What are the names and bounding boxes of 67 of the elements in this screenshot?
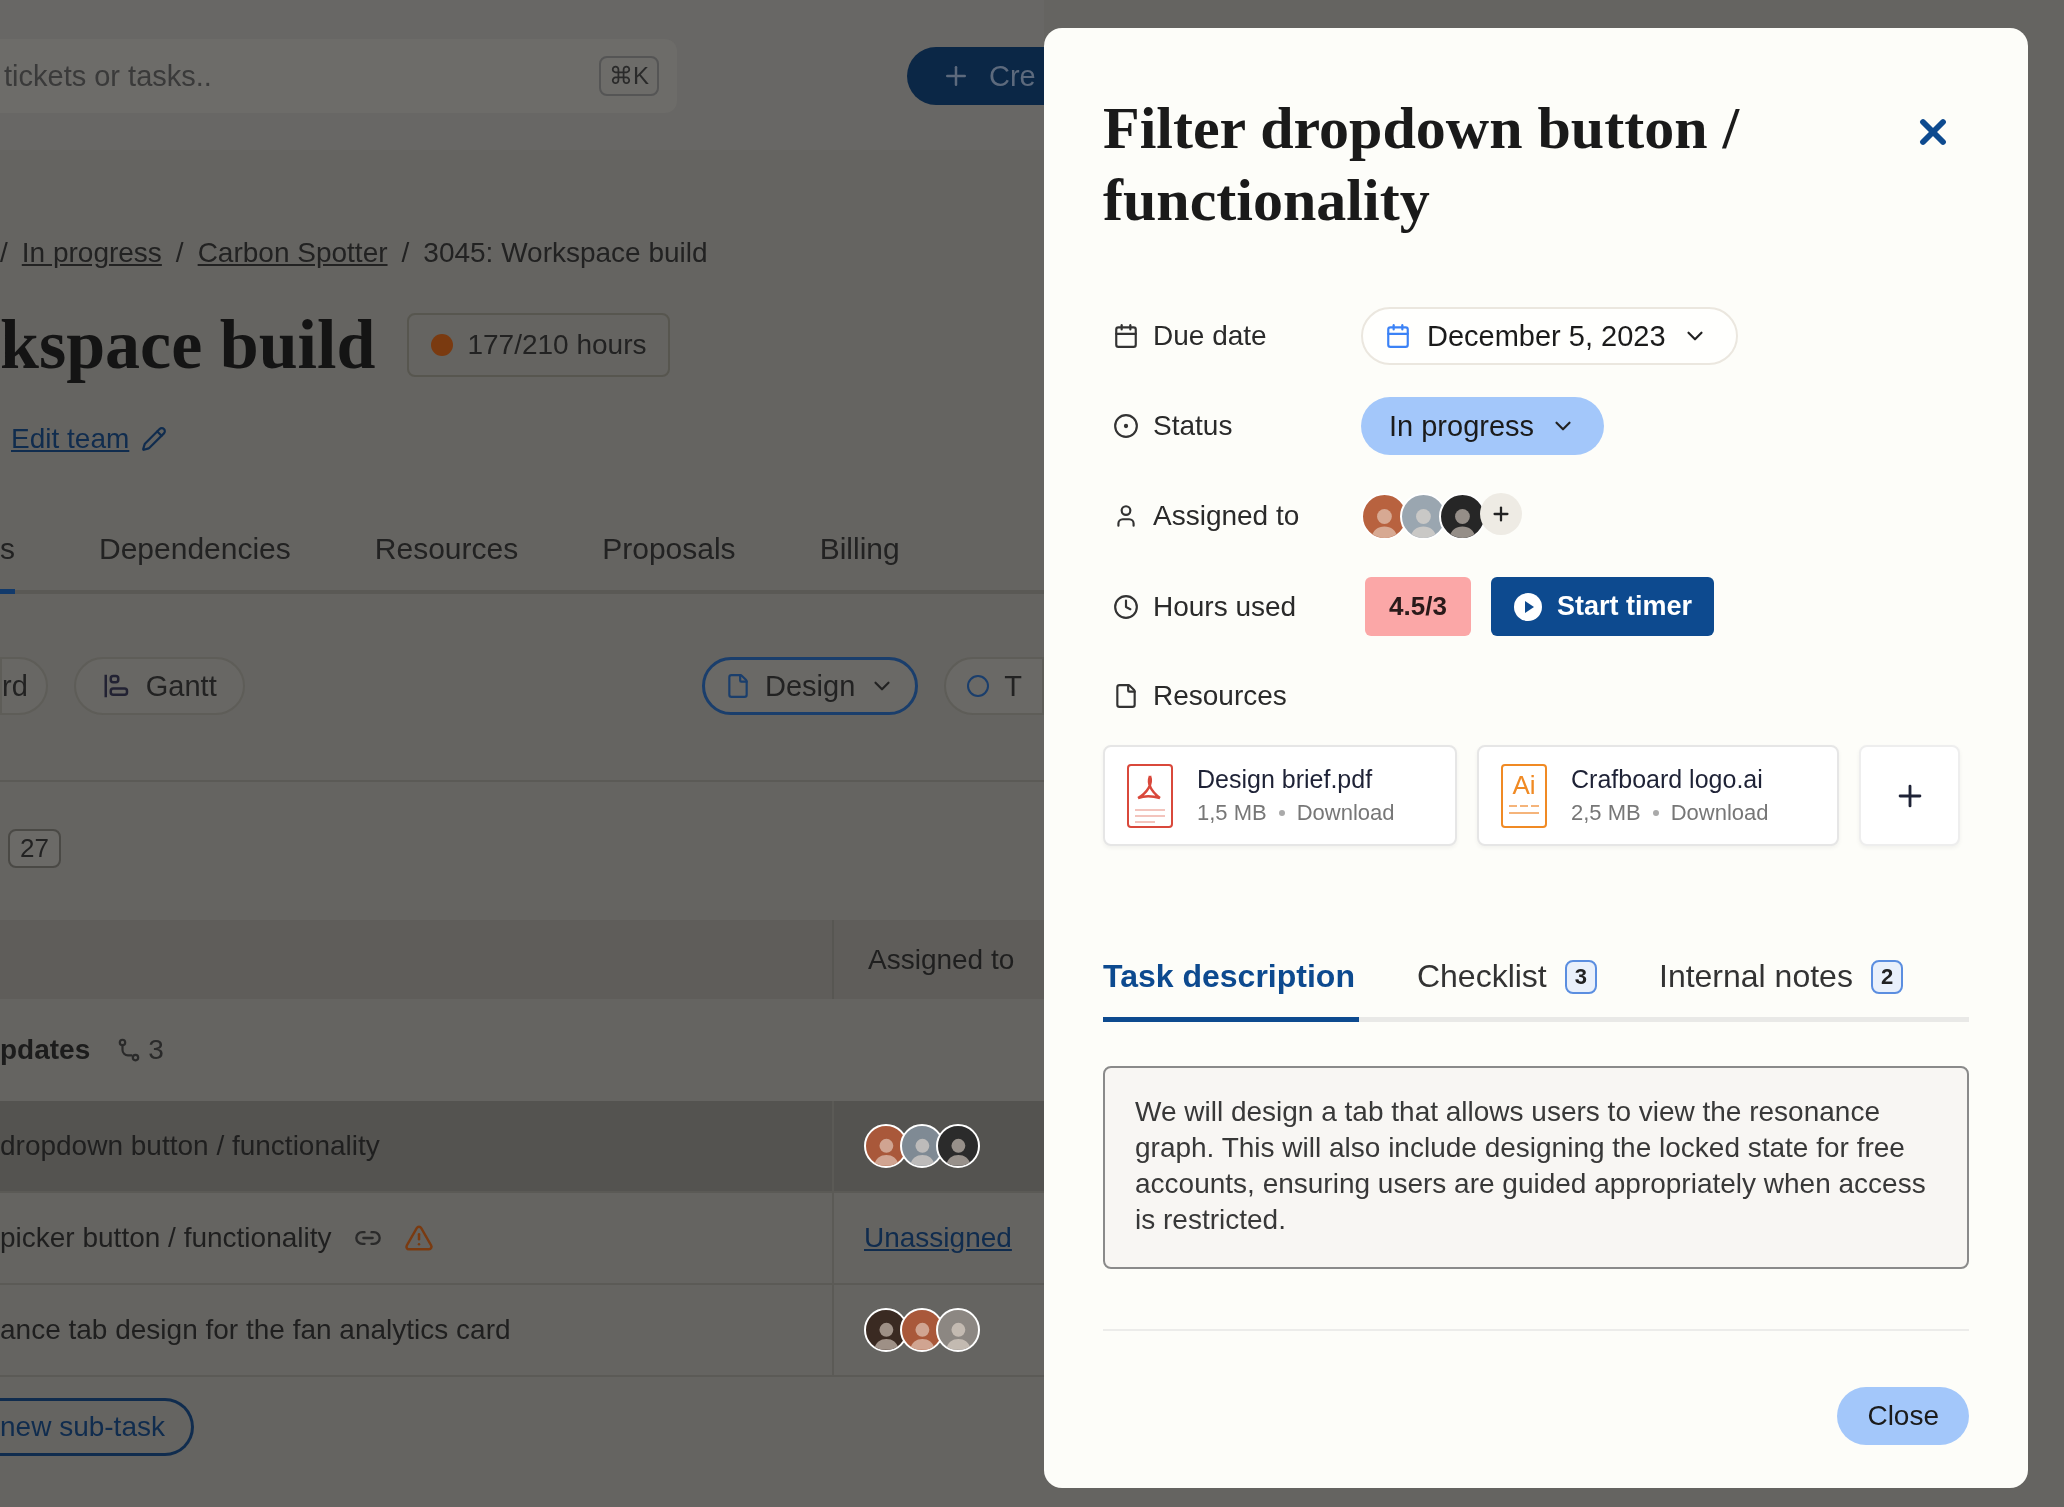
unassigned-link[interactable]: Unassigned [864, 1222, 1012, 1254]
view-button[interactable]: rd [0, 657, 48, 715]
dialog-tab[interactable]: Internal notes 2 [1659, 956, 1908, 1022]
add-subtask-button[interactable]: new sub-task [0, 1398, 194, 1456]
file-size: 1,5 MB [1197, 800, 1267, 826]
breadcrumb-separator: / [0, 237, 8, 269]
add-assignee-button[interactable] [1480, 492, 1522, 535]
page-tab[interactable]: s [0, 524, 15, 594]
calendar-icon [1385, 323, 1411, 349]
edit-team-link[interactable]: Edit team [11, 423, 130, 455]
status-dropdown[interactable]: In progress [1361, 397, 1605, 455]
start-timer-button[interactable]: Start timer [1491, 577, 1715, 636]
dialog-tab[interactable]: Task description [1103, 956, 1359, 1022]
field-label: Hours used [1153, 590, 1297, 623]
task-row[interactable]: picker button / functionality Unassigned [0, 1193, 1044, 1285]
breadcrumb-separator: / [175, 237, 184, 269]
play-icon [1513, 591, 1543, 622]
file-name: Crafboard logo.ai [1571, 765, 1764, 794]
status-filter[interactable]: T [944, 657, 1044, 715]
resource-card[interactable]: Ai Crafboard logo.ai 2,5 MB Download [1477, 745, 1839, 846]
dialog-tab[interactable]: Checklist 3 [1416, 956, 1601, 1022]
breadcrumb-separator: / [401, 237, 410, 269]
page-tab[interactable]: Dependencies [99, 524, 291, 594]
dialog-title: Filter dropdown button / functionality [1103, 94, 1741, 235]
circle-icon [966, 674, 991, 698]
task-name: ance tab design for the fan analytics card [0, 1314, 511, 1346]
project-title: kspace build [0, 305, 376, 385]
file-size: 2,5 MB [1571, 800, 1641, 826]
page-path-text: 3045: Workspace build [423, 237, 708, 269]
task-row[interactable]: ance tab design for the fan analytics card [0, 1285, 1044, 1377]
field-label: Due date [1153, 320, 1267, 352]
resource-card[interactable]: Design brief.pdf 1,5 MB Download [1103, 745, 1457, 846]
file-icon [725, 673, 751, 699]
shortcut-key: ⌘K [599, 56, 659, 96]
field-label: Resources [1153, 680, 1287, 712]
clock-icon [1113, 593, 1139, 620]
tab-count-badge: 3 [1564, 959, 1597, 994]
hours-used-badge: 4.5/3 [1365, 577, 1471, 636]
count-badge: 27 [8, 828, 61, 868]
create-button[interactable]: Cre [907, 47, 1044, 105]
group-title: pdates [0, 1034, 91, 1066]
page-tab[interactable]: Proposals [602, 524, 736, 594]
field-label: Status [1153, 410, 1233, 442]
download-link[interactable]: Download [1296, 800, 1395, 826]
subtask-count: 3 [116, 1034, 164, 1066]
breadcrumb-link[interactable]: In progress [21, 237, 162, 269]
download-link[interactable]: Download [1670, 800, 1769, 826]
page-tab[interactable]: Resources [374, 524, 519, 594]
hours-badge: 177/210 hours [407, 313, 671, 377]
text-lines-icon [1509, 803, 1539, 816]
calendar-icon [1113, 323, 1139, 349]
filter-dropdown[interactable]: Design [702, 657, 919, 715]
tab-count-badge: 2 [1870, 959, 1904, 994]
pencil-icon [141, 426, 168, 452]
close-dialog-button[interactable]: Close [1837, 1387, 1969, 1445]
breadcrumb-link[interactable]: Carbon Spotter [197, 237, 388, 269]
file-icon [1113, 683, 1139, 709]
due-date-dropdown[interactable]: December 5, 2023 [1361, 307, 1738, 365]
pdf-file-icon [1127, 763, 1173, 828]
status-icon [1113, 413, 1139, 439]
file-name: Design brief.pdf [1197, 765, 1374, 794]
file-type-label: Ai [1512, 771, 1536, 798]
field-label: Assigned to [1153, 500, 1300, 532]
page-tab[interactable]: Billing [819, 524, 900, 594]
view-button[interactable]: Gantt [73, 657, 245, 715]
task-name: picker button / functionality [0, 1222, 332, 1254]
task-description: We will design a tab that allows users to view the resonance graph. This will also include designing the locked state for free accounts, ensuring users are guided appropriately when access is restricted. [1103, 1066, 1969, 1269]
